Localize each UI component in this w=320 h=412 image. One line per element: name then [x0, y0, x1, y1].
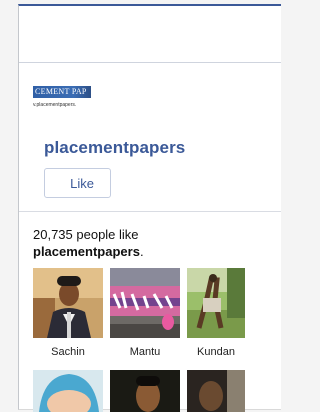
- like-button[interactable]: Like: [44, 168, 111, 198]
- fan-name-kundan[interactable]: Kundan: [181, 346, 251, 358]
- header-strip: [19, 6, 281, 63]
- fan-photo-5[interactable]: [110, 370, 180, 412]
- fan-count-page: placementpapers.: [33, 244, 144, 259]
- logo-url: v.placementpapers.: [33, 102, 77, 108]
- fan-photo-sachin[interactable]: [33, 268, 103, 338]
- fan-photo-4[interactable]: [33, 370, 103, 412]
- fan-photo-kundan[interactable]: [187, 268, 245, 338]
- fan-photo-6[interactable]: [187, 370, 245, 412]
- facebook-like-box: CEMENT PAP v.placementpapers. placementp…: [18, 4, 281, 412]
- fan-count-page-name[interactable]: placementpapers: [33, 244, 140, 259]
- like-button-label: Like: [70, 175, 94, 191]
- logo-banner: CEMENT PAP: [33, 86, 91, 98]
- divider: [19, 211, 281, 212]
- fan-name-mantu[interactable]: Mantu: [110, 346, 180, 358]
- fan-count: 20,735 people like: [33, 227, 139, 242]
- fan-count-period: .: [139, 244, 144, 259]
- fan-photo-mantu[interactable]: [110, 268, 180, 338]
- page-name-link[interactable]: placementpapers: [44, 138, 185, 158]
- fan-name-sachin[interactable]: Sachin: [33, 346, 103, 358]
- page-logo[interactable]: CEMENT PAP v.placementpapers.: [33, 86, 91, 114]
